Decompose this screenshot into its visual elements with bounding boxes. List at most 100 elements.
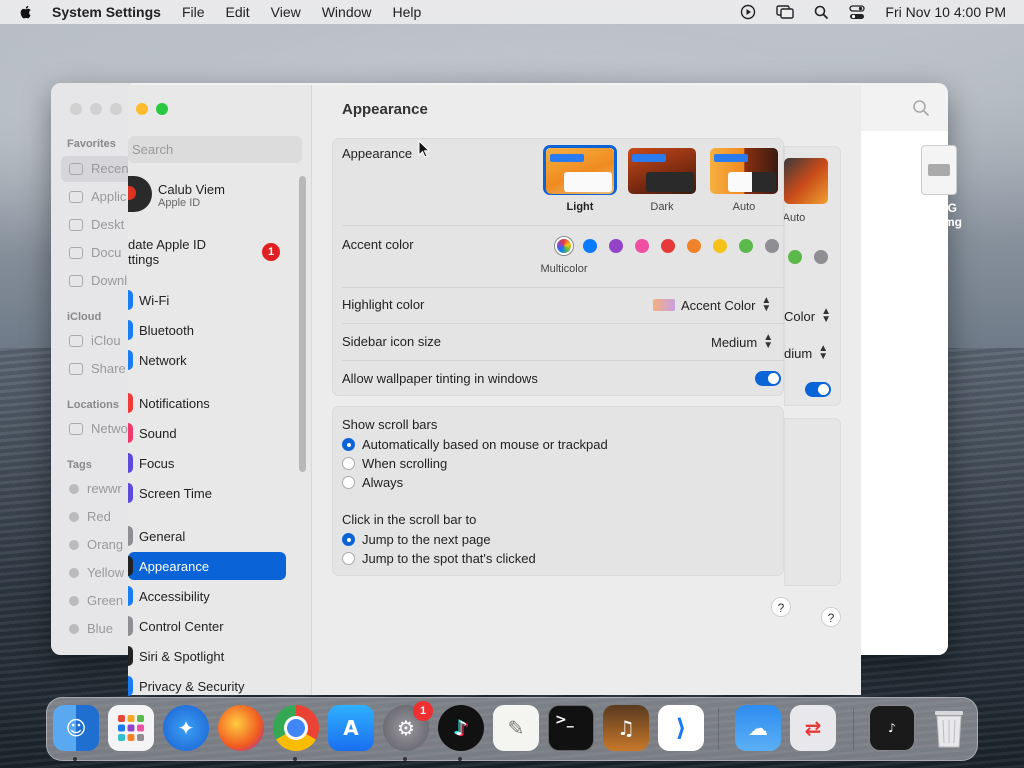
appearance-light-option[interactable] [546, 148, 614, 194]
control-center-icon[interactable] [849, 4, 866, 20]
dock-terminal[interactable]: >_ [548, 705, 594, 751]
finder-tag-label: Orang [87, 537, 124, 552]
finder-item-applications[interactable]: Applic [69, 189, 126, 204]
scroll-when-scrolling-label[interactable]: When scrolling [362, 456, 447, 471]
sidebar-item-network[interactable]: Network [128, 346, 286, 374]
zoom-button[interactable] [156, 103, 168, 115]
finder-item-desktop[interactable]: Deskt [69, 217, 124, 232]
finder-item-icloud[interactable]: iClou [69, 333, 121, 348]
menu-view[interactable]: View [271, 4, 301, 20]
sidebar-item-notifications[interactable]: Notifications [128, 389, 286, 417]
dock-firefox[interactable] [218, 705, 264, 751]
appearance-auto-option[interactable] [710, 148, 778, 194]
file-name-line2: me.dmg [915, 215, 962, 229]
page-title: Appearance [342, 101, 428, 118]
menu-clock[interactable]: Fri Nov 10 4:00 PM [885, 4, 1006, 20]
sidebar-item-label: Accessibility [139, 588, 210, 604]
help-button[interactable]: ? [771, 597, 791, 617]
apple-menu-icon[interactable] [18, 4, 34, 20]
scroll-auto-radio[interactable] [342, 438, 355, 451]
accent-green-swatch[interactable] [739, 239, 753, 253]
menu-app-name[interactable]: System Settings [52, 4, 161, 20]
accent-yellow-swatch[interactable] [713, 239, 727, 253]
jump-next-page-radio[interactable] [342, 533, 355, 546]
dock-app-store[interactable]: A [328, 705, 374, 751]
accent-blue-swatch[interactable] [583, 239, 597, 253]
finder-item-shared[interactable]: Share [69, 361, 126, 376]
dock-textedit[interactable]: ✎ [493, 705, 539, 751]
finder-search-icon[interactable] [912, 99, 930, 117]
sidebar-item-appearance[interactable]: Appearance [128, 552, 286, 580]
dock-trash[interactable] [926, 705, 972, 751]
chevron-updown-icon: ▲ ▼ [818, 343, 829, 362]
wallpaper-tinting-toggle[interactable] [755, 371, 781, 386]
spotlight-search-icon[interactable] [814, 5, 829, 20]
sidebar-item-sound[interactable]: Sound [128, 419, 286, 447]
play-icon[interactable] [740, 4, 756, 20]
jump-spot-clicked-radio[interactable] [342, 552, 355, 565]
scroll-always-radio[interactable] [342, 476, 355, 489]
finder-item-documents[interactable]: Docu [69, 245, 121, 260]
dock-vscode[interactable]: ⟩ [658, 705, 704, 751]
scroll-always-label[interactable]: Always [362, 475, 403, 490]
sidebar-scrollbar[interactable] [299, 176, 306, 472]
dock-chrome[interactable] [273, 705, 319, 751]
finder-item-network[interactable]: Netwo [69, 421, 128, 436]
finder-item-recents[interactable]: Recen [69, 161, 129, 176]
cloud-sun-icon: ☁ [748, 716, 768, 740]
dock-launchpad[interactable] [108, 705, 154, 751]
dock-tiktok[interactable]: ♪ [438, 705, 484, 751]
accent-pink-swatch[interactable] [635, 239, 649, 253]
finder-minimize-button[interactable] [90, 103, 102, 115]
sidebar-item-screen-time[interactable]: Screen Time [128, 479, 286, 507]
menu-window[interactable]: Window [322, 4, 372, 20]
sidebar-item-wifi[interactable]: Wi-Fi [128, 286, 286, 314]
dock-garageband[interactable]: ♫ [603, 705, 649, 751]
finder-tag[interactable]: Green [69, 593, 123, 608]
sidebar-item-siri-spotlight[interactable]: Siri & Spotlight [128, 642, 286, 670]
accent-purple-swatch[interactable] [609, 239, 623, 253]
scroll-auto-label[interactable]: Automatically based on mouse or trackpad [362, 437, 608, 452]
menu-file[interactable]: File [182, 4, 205, 20]
finder-item-downloads[interactable]: Downl [69, 273, 127, 288]
sidebar-item-general[interactable]: General [128, 522, 286, 550]
finder-tag[interactable]: Yellow [69, 565, 124, 580]
sidebar-item-accessibility[interactable]: Accessibility [128, 582, 286, 610]
accent-graphite-swatch[interactable] [765, 239, 779, 253]
sidebar-item-privacy-security[interactable]: Privacy & Security [128, 672, 286, 700]
dock-safari[interactable]: ✦ [163, 705, 209, 751]
jump-next-page-label[interactable]: Jump to the next page [362, 532, 491, 547]
finder-close-button[interactable] [70, 103, 82, 115]
highlight-color-select[interactable]: Accent Color ▲ ▼ [653, 296, 771, 314]
dock-weather[interactable]: ☁ [735, 705, 781, 751]
sidebar-icon-size-select[interactable]: Medium ▲ ▼ [711, 333, 773, 351]
finder-tag[interactable]: rewwr [69, 481, 122, 496]
jump-spot-clicked-label[interactable]: Jump to the spot that's clicked [362, 551, 536, 566]
sidebar-item-focus[interactable]: Focus [128, 449, 286, 477]
finder-zoom-button[interactable] [110, 103, 122, 115]
minimize-button[interactable] [136, 103, 148, 115]
dock-finder[interactable]: ☺ [53, 705, 99, 751]
vscode-icon: ⟩ [675, 714, 687, 742]
accent-orange-swatch[interactable] [687, 239, 701, 253]
finder-tag[interactable]: Orang [69, 537, 123, 552]
desktop-file-dmg[interactable]: WTSG me.dmg [892, 145, 986, 229]
accent-multicolor-swatch[interactable] [557, 239, 571, 253]
sidebar-item-bluetooth[interactable]: Bluetooth [128, 316, 286, 344]
apple-id-item[interactable]: Calub Viem Apple ID [128, 176, 225, 212]
menu-edit[interactable]: Edit [226, 4, 250, 20]
finder-tag[interactable]: Blue [69, 621, 113, 636]
ghost-help-button: ? [821, 607, 841, 627]
finder-tag[interactable]: Red [69, 509, 111, 524]
accent-red-swatch[interactable] [661, 239, 675, 253]
appearance-dark-option[interactable] [628, 148, 696, 194]
scroll-when-scrolling-radio[interactable] [342, 457, 355, 470]
search-input[interactable]: Search [128, 136, 302, 163]
sidebar-item-control-center[interactable]: Control Center [128, 612, 286, 640]
menu-help[interactable]: Help [393, 4, 422, 20]
gear-icon: ⚙ [397, 716, 415, 740]
dock-migration[interactable]: ⇄ [790, 705, 836, 751]
screen-mirroring-icon[interactable] [776, 4, 795, 20]
dock-screenshot-preview[interactable]: ♪ [869, 705, 915, 751]
update-apple-id-item[interactable]: date Apple ID ttings [128, 237, 206, 267]
